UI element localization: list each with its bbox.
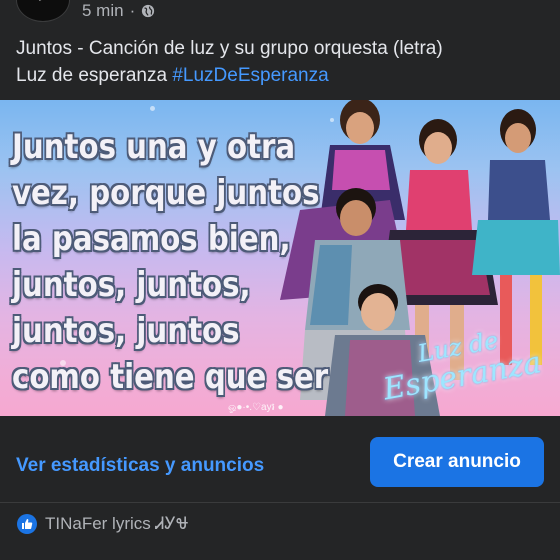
caption-line-2: Luz de esperanza #LuzDeEsperanza xyxy=(16,62,546,89)
ad-actions-bar: Ver estadísticas y anuncios Crear anunci… xyxy=(0,416,560,504)
lyric-line: vez, porque juntos xyxy=(12,173,320,213)
image-watermark: ஓ●·•.♡ay៛ ● xyxy=(228,402,284,413)
reactions-bar[interactable]: TINaFer lyrics ᏗᎩᏠ xyxy=(0,503,560,560)
view-insights-link[interactable]: Ver estadísticas y anuncios xyxy=(16,455,264,477)
sparkle xyxy=(150,106,155,111)
post-time[interactable]: 5 min xyxy=(82,1,124,21)
avatar-logo-icon xyxy=(35,0,51,1)
lyric-line: la pasamos bien, xyxy=(12,219,291,259)
lyric-line: juntos, juntos, xyxy=(12,265,251,305)
hashtag-link[interactable]: #LuzDeEsperanza xyxy=(172,65,328,86)
create-ad-button[interactable]: Crear anuncio xyxy=(370,437,544,487)
lyric-line: Juntos una y otra xyxy=(12,127,296,167)
post-header: 5 min · xyxy=(0,0,560,28)
like-icon xyxy=(17,514,37,534)
thumbs-up-icon xyxy=(22,519,33,529)
page-avatar[interactable] xyxy=(16,0,70,22)
post-caption: Juntos - Canción de luz y su grupo orque… xyxy=(16,35,546,89)
post-meta: 5 min · xyxy=(82,1,155,21)
globe-icon xyxy=(142,4,155,18)
lyrics-overlay: Juntos una y otra vez, porque juntos la … xyxy=(12,124,332,400)
reaction-names[interactable]: TINaFer lyrics ᏗᎩᏠ xyxy=(45,514,188,534)
lyric-line: juntos, juntos xyxy=(12,311,240,351)
caption-line-1: Juntos - Canción de luz y su grupo orque… xyxy=(16,38,443,59)
lyric-line: como tiene que ser xyxy=(12,357,329,397)
caption-text: Luz de esperanza xyxy=(16,65,173,86)
meta-separator: · xyxy=(129,1,136,20)
post-image[interactable]: Juntos una y otra vez, porque juntos la … xyxy=(0,100,560,416)
